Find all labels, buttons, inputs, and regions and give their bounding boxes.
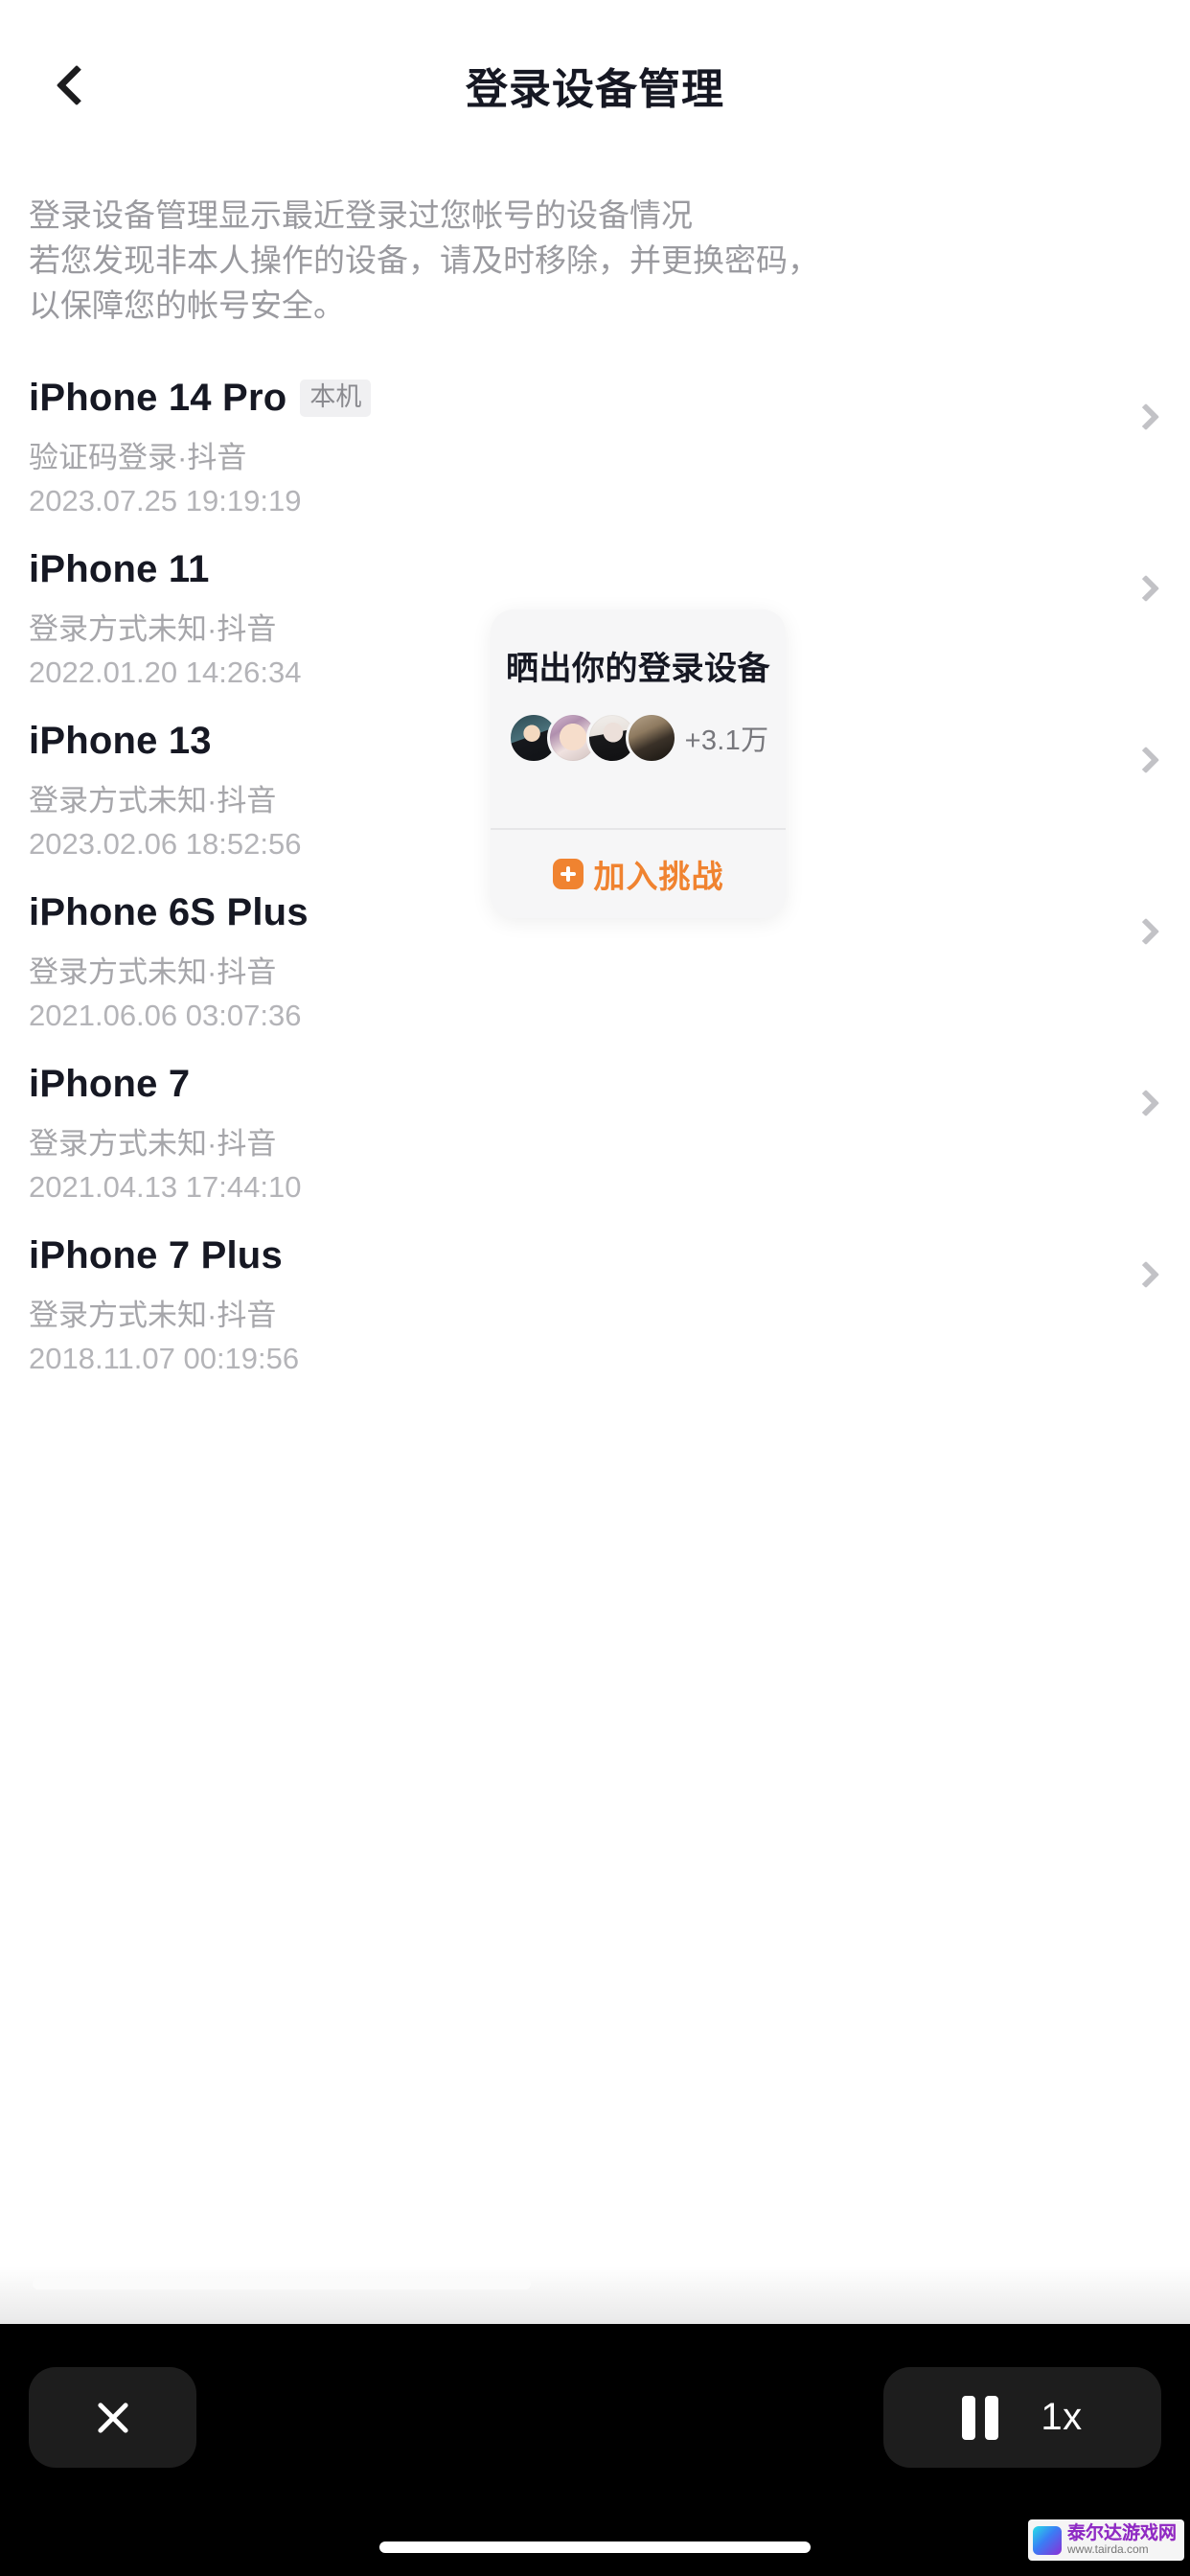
- navigation-bar: 登录设备管理: [0, 0, 1190, 171]
- home-indicator: [379, 2542, 811, 2553]
- participant-count: +3.1万: [684, 725, 769, 756]
- description-text: 登录设备管理显示最近登录过您帐号的设备情况 若您发现非本人操作的设备，请及时移除…: [29, 197, 819, 323]
- page-title: 登录设备管理: [466, 66, 724, 113]
- join-challenge-button[interactable]: 加入挑战: [491, 830, 786, 918]
- scroll-progress-bar[interactable]: [33, 2278, 531, 2289]
- participant-avatars: +3.1万: [507, 712, 769, 764]
- device-login-method: 登录方式未知·抖音: [29, 1126, 277, 1161]
- bottom-scroll-strip: [0, 2266, 1190, 2324]
- device-row-iphone-14-pro[interactable]: iPhone 14 Pro 本机 验证码登录·抖音 2023.07.25 19:…: [0, 371, 1190, 542]
- playback-button-group[interactable]: 1x: [883, 2367, 1161, 2468]
- avatar: [625, 712, 677, 764]
- device-login-method: 验证码登录·抖音: [29, 440, 247, 474]
- playback-speed-label[interactable]: 1x: [1041, 2396, 1082, 2439]
- device-name: iPhone 14 Pro: [29, 377, 287, 420]
- device-header: iPhone 7 Plus: [29, 1229, 1161, 1284]
- device-login-time: 2021.06.06 03:07:36: [29, 998, 302, 1032]
- device-row-iphone-7[interactable]: iPhone 7 登录方式未知·抖音 2021.04.13 17:44:10: [0, 1057, 1190, 1229]
- device-login-time: 2023.07.25 19:19:19: [29, 483, 302, 518]
- device-login-time: 2018.11.07 00:19:56: [29, 1341, 300, 1375]
- close-button[interactable]: [29, 2367, 196, 2468]
- challenge-card-body: 晒出你的登录设备 +3.1万: [491, 610, 786, 828]
- back-button[interactable]: [33, 41, 121, 129]
- pause-icon[interactable]: [962, 2395, 999, 2440]
- watermark-text: 泰尔达游戏网 www.tairda.com: [1067, 2524, 1177, 2556]
- close-icon: [93, 2398, 133, 2438]
- device-name: iPhone 7: [29, 1063, 191, 1106]
- device-header: iPhone 14 Pro 本机: [29, 371, 1161, 426]
- watermark-site-name: 泰尔达游戏网: [1066, 2523, 1177, 2544]
- screenshot-root: 登录设备管理 登录设备管理显示最近登录过您帐号的设备情况 若您发现非本人操作的设…: [0, 0, 1190, 2576]
- current-device-badge: 本机: [300, 380, 372, 418]
- playback-control-bar: 1x 泰尔达游戏网 www.tairda.com: [0, 2324, 1190, 2576]
- challenge-title: 晒出你的登录设备: [506, 651, 770, 687]
- device-row-iphone-7-plus[interactable]: iPhone 7 Plus 登录方式未知·抖音 2018.11.07 00:19…: [0, 1229, 1190, 1400]
- device-login-method: 登录方式未知·抖音: [29, 954, 277, 989]
- device-header: iPhone 7: [29, 1057, 1161, 1113]
- watermark: 泰尔达游戏网 www.tairda.com: [1027, 2519, 1184, 2561]
- device-login-time: 2021.04.13 17:44:10: [29, 1169, 302, 1204]
- watermark-site-url: www.tairda.com: [1066, 2542, 1149, 2557]
- watermark-logo-icon: [1032, 2525, 1062, 2555]
- device-name: iPhone 13: [29, 720, 212, 763]
- challenge-card[interactable]: 晒出你的登录设备 +3.1万 加入挑战: [491, 610, 786, 918]
- device-header: iPhone 11: [29, 542, 1161, 598]
- app-content: 登录设备管理 登录设备管理显示最近登录过您帐号的设备情况 若您发现非本人操作的设…: [0, 0, 1190, 2324]
- chevron-left-icon: [56, 64, 98, 106]
- device-name: iPhone 11: [29, 548, 210, 591]
- device-login-method: 登录方式未知·抖音: [29, 1298, 277, 1332]
- device-name: iPhone 7 Plus: [29, 1234, 283, 1277]
- plus-badge-icon: [552, 859, 584, 889]
- join-challenge-label: 加入挑战: [593, 859, 724, 894]
- device-name: iPhone 6S Plus: [29, 891, 309, 934]
